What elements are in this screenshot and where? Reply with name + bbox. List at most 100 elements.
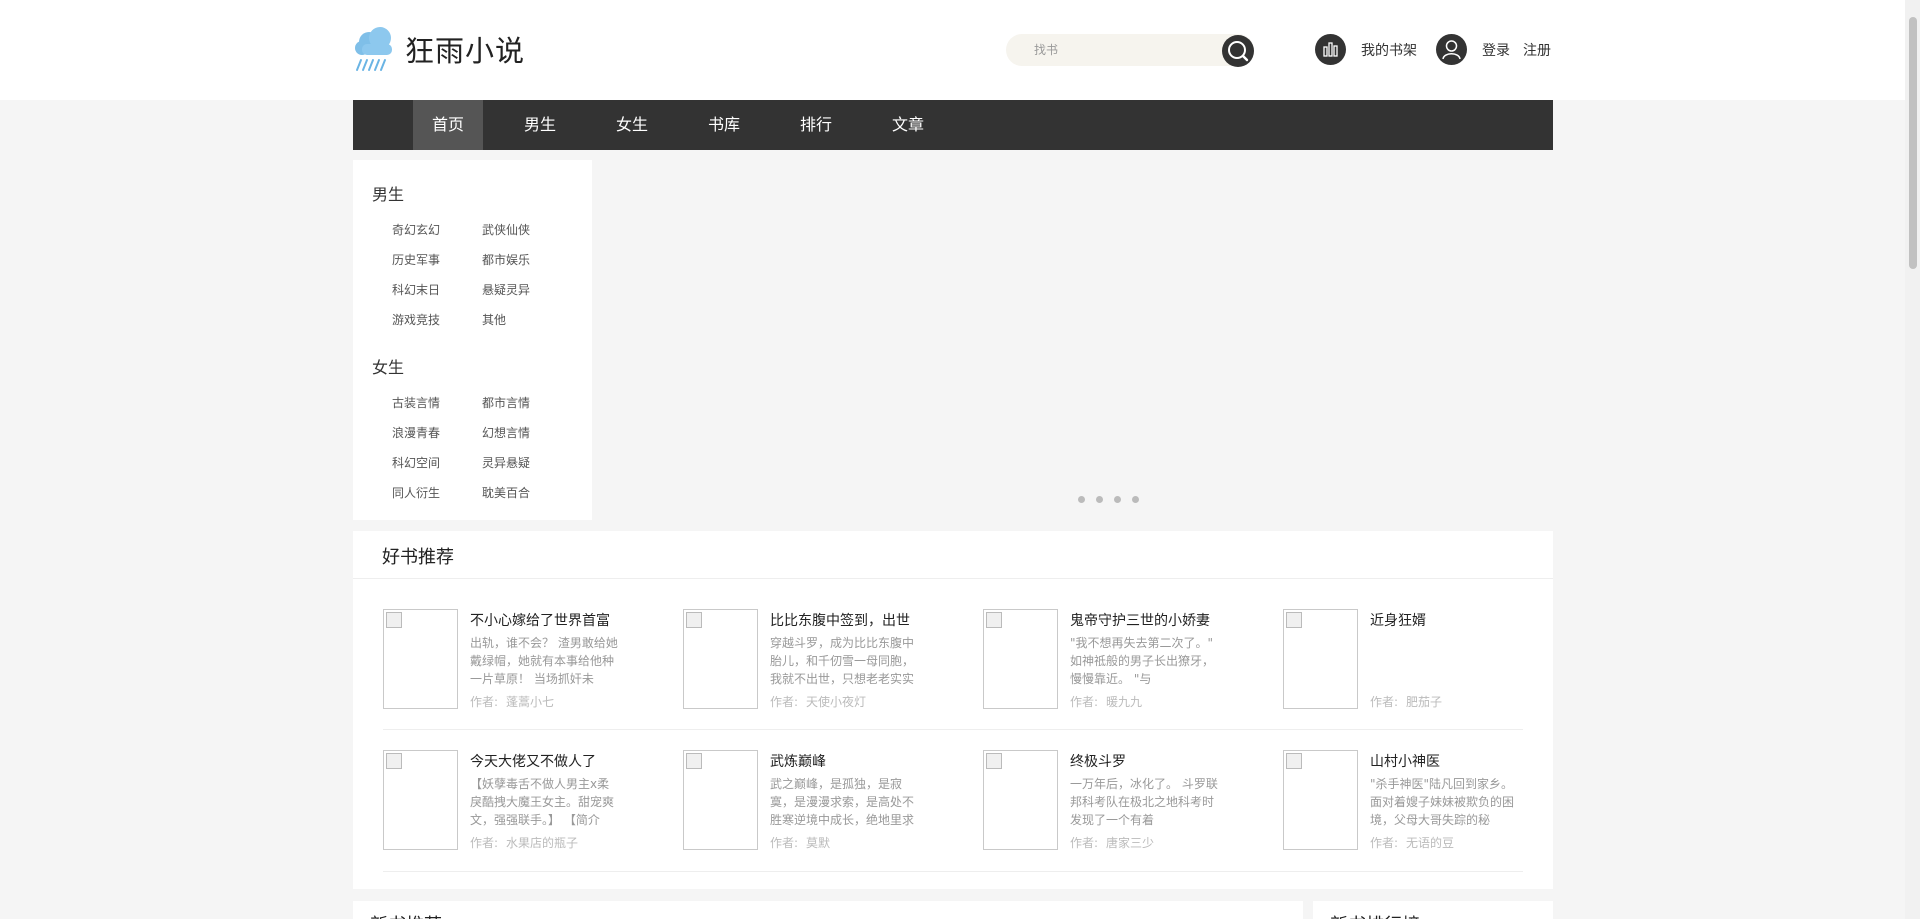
category-link[interactable]: 都市娱乐 — [482, 251, 530, 268]
book-author: 作者: 天使小夜灯 — [770, 693, 866, 710]
category-link[interactable]: 游戏竞技 — [392, 311, 440, 328]
category-link[interactable]: 科幻末日 — [392, 281, 440, 298]
book-desc: "我不想再失去第二次了。" 如神祗般的男子长出獠牙，慢慢靠近。 "与 — [1070, 636, 1215, 686]
book-card[interactable]: 今天大佬又不做人了 【妖孽毒舌不做人男主x柔戾酷拽大魔王女主。甜宠爽文，强强联手… — [383, 750, 633, 852]
book-desc — [1370, 634, 1520, 688]
category-link[interactable]: 都市言情 — [482, 394, 530, 411]
page-scrollbar[interactable] — [1905, 0, 1920, 919]
carousel-dot[interactable] — [1114, 496, 1121, 503]
new-books-title: 新书推荐 — [370, 911, 442, 919]
book-title[interactable]: 比比东腹中签到，出世 — [770, 610, 920, 630]
book-cover[interactable] — [683, 609, 758, 709]
author-name: 唐家三少 — [1106, 836, 1155, 850]
book-title[interactable]: 近身狂婿 — [1370, 610, 1520, 630]
login-link[interactable]: 登录 — [1482, 40, 1510, 60]
book-card[interactable]: 山村小神医 "杀手神医"陆凡回到家乡。面对着嫂子妹妹被欺负的困境，父母大哥失踪的… — [1283, 750, 1533, 852]
book-desc: 【妖孽毒舌不做人男主x柔戾酷拽大魔王女主。甜宠爽文，强强联手。】 【简介 — [470, 777, 615, 827]
book-card[interactable]: 武炼巅峰 武之巅峰，是孤独，是寂寞，是漫漫求索，是高处不胜寒逆境中成长，绝地里求… — [683, 750, 933, 852]
new-books-ranking-title: 新书排行榜 — [1330, 911, 1420, 919]
category-link[interactable]: 古装言情 — [392, 394, 440, 411]
book-desc: 一万年后，冰化了。 斗罗联邦科考队在极北之地科考时发现了一个有着 — [1070, 777, 1218, 827]
category-link[interactable]: 悬疑灵异 — [482, 281, 530, 298]
category-link[interactable]: 奇幻玄幻 — [392, 221, 440, 238]
author-prefix: 作者: — [1070, 836, 1099, 850]
carousel-dot[interactable] — [1132, 496, 1139, 503]
author-prefix: 作者: — [770, 836, 799, 850]
book-author: 作者: 蓬蒿小七 — [470, 693, 554, 710]
book-cover[interactable] — [1283, 750, 1358, 850]
bookshelf-icon[interactable] — [1315, 34, 1346, 65]
banner-carousel[interactable] — [592, 160, 1553, 520]
nav-item-female[interactable]: 女生 — [597, 100, 667, 150]
book-title[interactable]: 终极斗罗 — [1070, 751, 1220, 771]
divider — [353, 578, 1553, 579]
person-icon — [1442, 40, 1461, 60]
author-name: 蓬蒿小七 — [506, 695, 555, 709]
book-title[interactable]: 山村小神医 — [1370, 751, 1520, 771]
book-cover[interactable] — [383, 750, 458, 850]
book-title[interactable]: 武炼巅峰 — [770, 751, 920, 771]
nav-item-library[interactable]: 书库 — [689, 100, 759, 150]
nav-item-home[interactable]: 首页 — [413, 100, 483, 150]
book-desc: 出轨，谁不会？ 渣男敢给她戴绿帽，她就有本事给他种一片草原！ 当场抓奸未 — [470, 636, 618, 686]
book-card[interactable]: 不小心嫁给了世界首富 出轨，谁不会？ 渣男敢给她戴绿帽，她就有本事给他种一片草原… — [383, 609, 633, 711]
scrollbar-thumb[interactable] — [1909, 17, 1917, 269]
carousel-dot[interactable] — [1096, 496, 1103, 503]
category-link[interactable]: 灵异悬疑 — [482, 454, 530, 471]
book-card[interactable]: 鬼帝守护三世的小娇妻 "我不想再失去第二次了。" 如神祗般的男子长出獠牙，慢慢靠… — [983, 609, 1233, 711]
search-input[interactable] — [1034, 34, 1214, 66]
book-card[interactable]: 近身狂婿 作者: 肥茄子 — [1283, 609, 1533, 711]
main-nav: 首页 男生 女生 书库 排行 文章 — [353, 100, 1553, 150]
nav-item-articles[interactable]: 文章 — [873, 100, 943, 150]
top-header: 狂雨小说 我的书架 登录 注册 — [0, 0, 1905, 100]
book-title[interactable]: 今天大佬又不做人了 — [470, 751, 620, 771]
rain-cloud-icon — [355, 27, 392, 71]
book-author: 作者: 莫默 — [770, 834, 830, 851]
carousel-dot[interactable] — [1078, 496, 1085, 503]
book-card[interactable]: 终极斗罗 一万年后，冰化了。 斗罗联邦科考队在极北之地科考时发现了一个有着 作者… — [983, 750, 1233, 852]
book-author: 作者: 无语的豆 — [1370, 834, 1454, 851]
register-link[interactable]: 注册 — [1523, 40, 1551, 60]
author-prefix: 作者: — [1370, 695, 1399, 709]
category-link[interactable]: 浪漫青春 — [392, 424, 440, 441]
book-cover[interactable] — [383, 609, 458, 709]
book-cover[interactable] — [983, 750, 1058, 850]
book-cover[interactable] — [1283, 609, 1358, 709]
book-title[interactable]: 鬼帝守护三世的小娇妻 — [1070, 610, 1220, 630]
author-prefix: 作者: — [1370, 836, 1399, 850]
author-name: 暖九九 — [1106, 695, 1143, 709]
book-desc: 穿越斗罗，成为比比东腹中胎儿，和千仞雪一母同胞，我就不出世，只想老老实实 — [770, 636, 915, 686]
category-link[interactable]: 幻想言情 — [482, 424, 530, 441]
author-name: 水果店的瓶子 — [506, 836, 579, 850]
new-books-ranking-section: 新书排行榜 — [1313, 901, 1553, 919]
category-link[interactable]: 耽美百合 — [482, 484, 530, 501]
divider — [383, 871, 1523, 872]
category-link[interactable]: 武侠仙侠 — [482, 221, 530, 238]
book-desc: 武之巅峰，是孤独，是寂寞，是漫漫求索，是高处不胜寒逆境中成长，绝地里求 — [770, 777, 915, 827]
search-icon — [1228, 41, 1249, 62]
book-cover[interactable] — [683, 750, 758, 850]
category-link[interactable]: 科幻空间 — [392, 454, 440, 471]
site-name: 狂雨小说 — [405, 34, 526, 68]
divider — [383, 729, 1523, 730]
site-logo[interactable]: 狂雨小说 — [353, 26, 525, 72]
category-link[interactable]: 历史军事 — [392, 251, 440, 268]
bar-chart-icon — [1323, 42, 1338, 57]
book-author: 作者: 肥茄子 — [1370, 693, 1442, 710]
author-prefix: 作者: — [1070, 695, 1099, 709]
nav-item-male[interactable]: 男生 — [505, 100, 575, 150]
book-cover[interactable] — [983, 609, 1058, 709]
book-title[interactable]: 不小心嫁给了世界首富 — [470, 610, 620, 630]
category-link[interactable]: 同人衍生 — [392, 484, 440, 501]
new-books-section: 新书推荐 — [353, 901, 1303, 919]
search-button[interactable] — [1222, 35, 1254, 67]
nav-item-ranking[interactable]: 排行 — [781, 100, 851, 150]
user-icon[interactable] — [1436, 34, 1467, 65]
bookshelf-link[interactable]: 我的书架 — [1361, 40, 1417, 60]
book-author: 作者: 水果店的瓶子 — [470, 834, 578, 851]
author-name: 莫默 — [806, 836, 831, 850]
book-card[interactable]: 比比东腹中签到，出世 穿越斗罗，成为比比东腹中胎儿，和千仞雪一母同胞，我就不出世… — [683, 609, 933, 711]
category-link[interactable]: 其他 — [482, 311, 506, 328]
search-box — [1006, 34, 1254, 66]
book-author: 作者: 唐家三少 — [1070, 834, 1154, 851]
